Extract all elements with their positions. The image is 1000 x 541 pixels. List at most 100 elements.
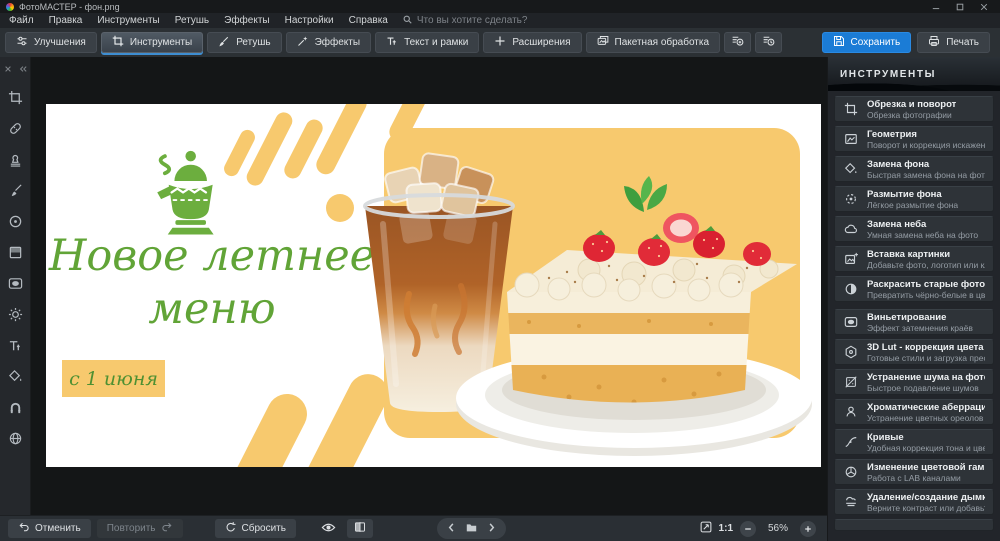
tool-denoise[interactable]: Устранение шума на фото Быстрое подавлени… — [834, 369, 994, 395]
sliders-icon — [16, 35, 28, 50]
clone-stamp-tool[interactable] — [6, 151, 24, 169]
tab-tools[interactable]: Инструменты — [100, 32, 204, 53]
photo-navigator — [437, 518, 506, 539]
chromatic-aberration-icon — [843, 404, 859, 420]
toolbar: Улучшения Инструменты Ретушь Эффекты Тек… — [0, 28, 1000, 57]
tool-color-gamma[interactable]: Изменение цветовой гаммыРабота с LAB кан… — [834, 459, 994, 485]
window-title: ФотоМАСТЕР - фон.png — [19, 1, 120, 12]
zoom-in-button[interactable] — [800, 520, 816, 537]
cake-image — [456, 176, 812, 456]
fit-screen-icon[interactable] — [700, 520, 712, 538]
background-replace-icon — [843, 161, 859, 177]
previous-photo-icon[interactable] — [446, 520, 457, 538]
folder-icon[interactable] — [466, 520, 477, 538]
menu-file[interactable]: Файл — [9, 15, 34, 26]
save-button[interactable]: Сохранить — [821, 32, 912, 53]
actual-size-button[interactable]: 1:1 — [719, 523, 733, 534]
before-after-button[interactable] — [346, 519, 373, 538]
teapot-icon — [157, 150, 214, 235]
vignette-icon — [843, 314, 859, 330]
zoom-out-button[interactable] — [740, 520, 756, 537]
tool-crop-rotate[interactable]: Обрезка и поворот Обрезка фотографии — [834, 96, 994, 122]
tool-3d-lut[interactable]: 3D Lut - коррекция цвета Готовые стили и … — [834, 339, 994, 365]
tool-chromatic-aberration[interactable]: Хроматические аберрации Устранение цветны… — [834, 399, 994, 425]
plus-icon — [494, 35, 506, 50]
background-blur-icon — [843, 191, 859, 207]
reset-button[interactable]: Сбросить — [214, 519, 296, 538]
fill-color-tool[interactable] — [6, 368, 24, 386]
healing-patch-tool[interactable] — [6, 120, 24, 138]
collapse-panel-icon[interactable] — [19, 60, 27, 78]
minimize-icon[interactable] — [932, 0, 940, 16]
brightness-tool[interactable] — [6, 306, 24, 324]
crop-rotate-tool[interactable] — [6, 89, 24, 107]
zoom-level: 56% — [767, 523, 788, 534]
add-to-queue-icon — [731, 34, 744, 52]
tool-background-replace[interactable]: Замена фона Быстрая замена фона на фото — [834, 156, 994, 182]
menu-retouch[interactable]: Ретушь — [175, 15, 209, 26]
undo-button[interactable]: Отменить — [8, 519, 91, 538]
batch-add-button[interactable] — [724, 32, 752, 53]
tab-extensions[interactable]: Расширения — [483, 32, 582, 53]
menu-edit[interactable]: Правка — [49, 15, 83, 26]
tool-colorize[interactable]: Раскрасить старые фото Превратить чёрно-б… — [834, 276, 994, 302]
text-tool[interactable] — [6, 337, 24, 355]
tool-vignette[interactable]: Виньетирование Эффект затемнения краёв — [834, 309, 994, 335]
redo-button[interactable]: Повторить — [96, 519, 183, 538]
tool-background-blur[interactable]: Размытие фона Лёгкое размытие фона — [834, 186, 994, 212]
promo-heading: Новое летнее меню — [48, 231, 376, 334]
sky-replace-icon — [843, 221, 859, 237]
tools-panel-header: ИНСТРУМЕНТЫ — [828, 57, 1000, 91]
sphere-distort-tool[interactable] — [6, 430, 24, 448]
tools-panel: ИНСТРУМЕНТЫ Обрезка и поворот Обрезка фот… — [827, 57, 1000, 541]
close-icon[interactable] — [980, 0, 988, 16]
reset-icon — [225, 521, 237, 536]
graduated-filter-tool[interactable] — [6, 244, 24, 262]
print-button[interactable]: Печать — [917, 32, 990, 53]
search-icon — [403, 15, 412, 27]
brush-tool[interactable] — [6, 182, 24, 200]
tool-geometry[interactable]: Геометрия Поворот и коррекция искажений — [834, 126, 994, 152]
radial-filter-tool[interactable] — [6, 213, 24, 231]
before-after-icon — [354, 521, 366, 536]
batch-queue-button[interactable] — [755, 32, 783, 53]
batch-icon — [597, 35, 609, 50]
close-panel-icon[interactable] — [4, 60, 12, 78]
titlebar: ФотоМАСТЕР - фон.png — [0, 0, 1000, 13]
magic-wand-icon — [297, 35, 309, 50]
tool-sky-replace[interactable]: Замена неба Умная замена неба на фото — [834, 216, 994, 242]
search-input[interactable] — [416, 15, 677, 26]
eye-icon — [321, 520, 336, 538]
tool-card-partial[interactable] — [834, 519, 994, 531]
tab-effects[interactable]: Эффекты — [285, 32, 372, 53]
3d-lut-icon — [843, 344, 859, 360]
brush-icon — [218, 35, 230, 50]
left-tool-strip — [0, 57, 31, 541]
crop-rotate-icon — [843, 101, 859, 117]
queue-clock-icon — [762, 34, 775, 52]
magnet-selection-tool[interactable] — [6, 399, 24, 417]
tool-dehaze[interactable]: Удаление/создание дымки Верните контраст … — [834, 489, 994, 515]
redo-icon — [161, 521, 173, 536]
tab-enhancements[interactable]: Улучшения — [5, 32, 97, 53]
maximize-icon[interactable] — [956, 0, 964, 16]
denoise-icon — [843, 374, 859, 390]
preview-original-button[interactable] — [316, 519, 341, 538]
insert-picture-icon — [843, 251, 859, 267]
promo-date-badge: с 1 июня — [62, 360, 165, 397]
tool-insert-picture[interactable]: Вставка картинки Добавьте фото, логотип и… — [834, 246, 994, 272]
tab-retouch[interactable]: Ретушь — [207, 32, 282, 53]
photo-document[interactable]: Новое летнее меню с 1 июня — [46, 104, 821, 467]
next-photo-icon[interactable] — [486, 520, 497, 538]
mint-leaves — [624, 176, 667, 212]
undo-icon — [18, 521, 30, 536]
tool-curves[interactable]: Кривые Удобная коррекция тона и цвета — [834, 429, 994, 455]
menu-effects[interactable]: Эффекты — [224, 15, 269, 26]
vignette-tool[interactable] — [6, 275, 24, 293]
menu-settings[interactable]: Настройки — [285, 15, 334, 26]
menu-tools[interactable]: Инструменты — [97, 15, 159, 26]
tab-batch-processing[interactable]: Пакетная обработка — [585, 32, 721, 53]
tab-text-frames[interactable]: Текст и рамки — [375, 32, 480, 53]
menu-help[interactable]: Справка — [349, 15, 388, 26]
tools-list: Обрезка и поворот Обрезка фотографии Геом… — [828, 91, 1000, 541]
